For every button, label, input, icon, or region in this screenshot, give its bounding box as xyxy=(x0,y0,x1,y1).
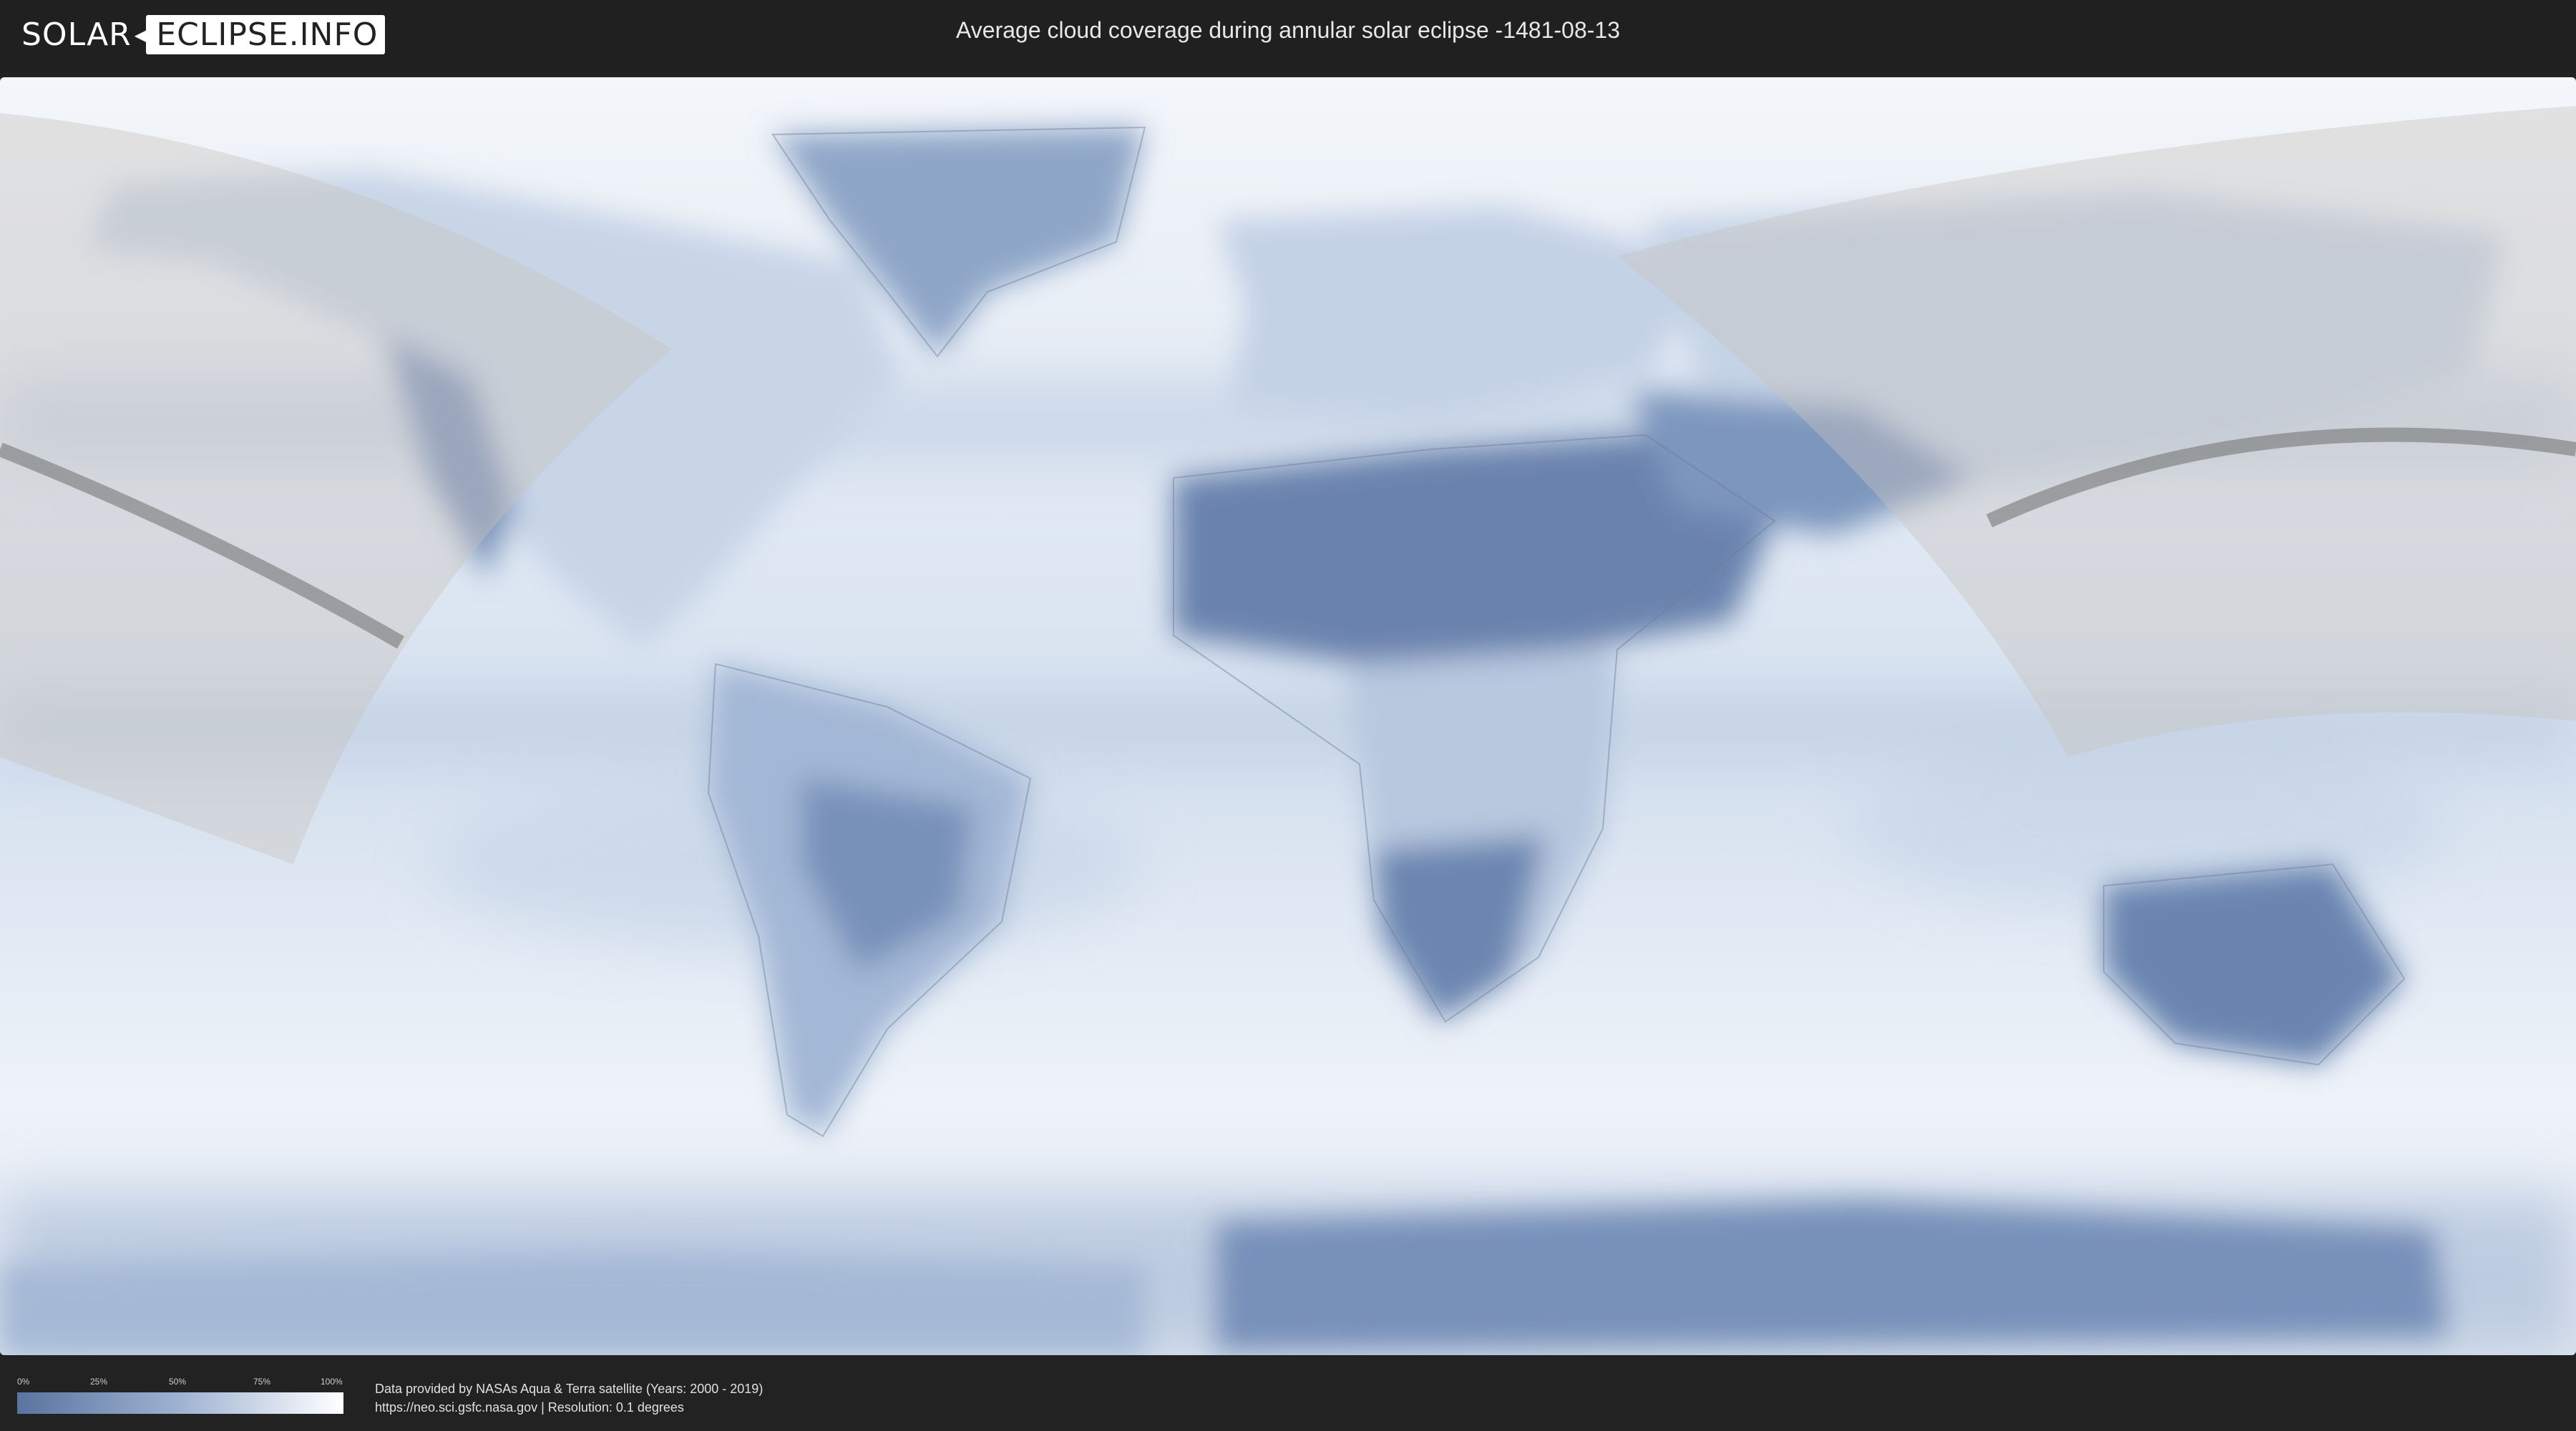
legend-tick-50: 50% xyxy=(169,1377,187,1387)
antarctica-west xyxy=(0,1251,1145,1355)
legend-tick-0: 0% xyxy=(17,1377,30,1387)
legend-tick-100: 100% xyxy=(321,1377,343,1387)
data-credit: Data provided by NASAs Aqua & Terra sate… xyxy=(375,1379,763,1417)
legend-tick-75: 75% xyxy=(253,1377,271,1387)
antarctica-land xyxy=(1216,1201,2447,1351)
header-bar: SOLAR ◀ ECLIPSE.INFO Average cloud cover… xyxy=(0,0,2576,72)
legend-ticks: 0% 25% 50% 75% 100% xyxy=(17,1377,343,1388)
logo-eclipse-mark-icon: ◀ xyxy=(134,22,151,47)
legend-gradient-bar xyxy=(17,1392,343,1414)
legend-tick-25: 25% xyxy=(90,1377,108,1387)
credit-line-url: https://neo.sci.gsfc.nasa.gov | Resoluti… xyxy=(375,1400,684,1415)
world-map-svg xyxy=(0,77,2576,1355)
credit-line-source: Data provided by NASAs Aqua & Terra sate… xyxy=(375,1382,763,1396)
cloud-coverage-legend: 0% 25% 50% 75% 100% xyxy=(17,1377,343,1414)
cloud-coverage-map[interactable] xyxy=(0,77,2576,1355)
page-title: Average cloud coverage during annular so… xyxy=(956,17,1620,43)
